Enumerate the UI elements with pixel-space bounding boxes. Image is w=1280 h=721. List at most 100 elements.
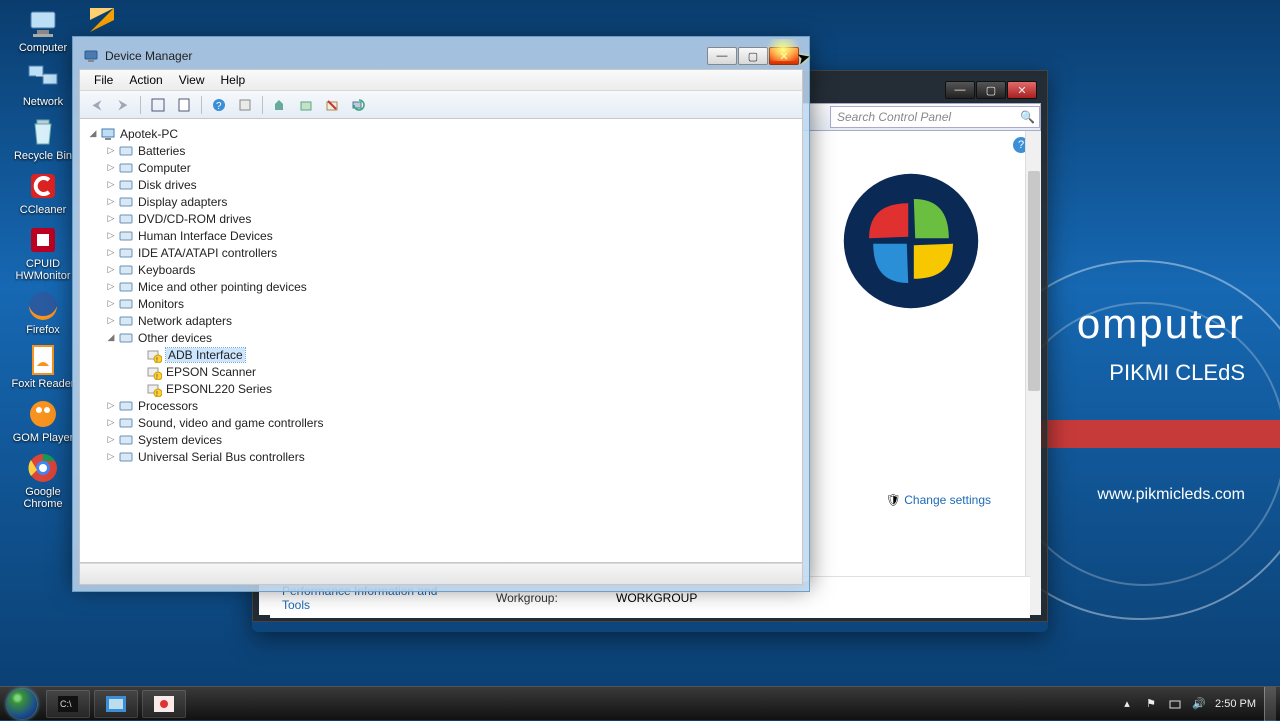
tree-node-label: Mice and other pointing devices xyxy=(138,280,307,294)
tree-node[interactable]: ▷ System devices xyxy=(104,431,796,448)
tree-node[interactable]: ▷Keyboards xyxy=(104,261,796,278)
device-icon: ! xyxy=(146,364,162,380)
search-input[interactable]: Search Control Panel 🔍 xyxy=(830,106,1040,128)
tree-node[interactable]: ▷Monitors xyxy=(104,295,796,312)
volume-icon[interactable]: 🔊 xyxy=(1191,696,1207,712)
desktop-icon[interactable]: Google Chrome xyxy=(8,448,78,512)
menu-action[interactable]: Action xyxy=(121,71,170,89)
taskbar-app-recorder[interactable] xyxy=(142,690,186,718)
tree-node[interactable]: ▷Processors xyxy=(104,397,796,414)
tree-node[interactable]: ▷Human Interface Devices xyxy=(104,227,796,244)
change-settings-link[interactable]: Change settings xyxy=(904,493,991,507)
network-icon[interactable] xyxy=(1167,696,1183,712)
tree-child[interactable]: !ADB Interface xyxy=(132,346,796,363)
expand-icon[interactable]: ▷ xyxy=(104,451,118,462)
properties-button[interactable] xyxy=(173,94,195,116)
category-icon xyxy=(118,177,134,193)
tree-node[interactable]: ▷IDE ATA/ATAPI controllers xyxy=(104,244,796,261)
expand-icon[interactable]: ◢ xyxy=(104,332,118,343)
help-button[interactable]: ? xyxy=(208,94,230,116)
expand-icon[interactable]: ▷ xyxy=(104,298,118,309)
tree-node[interactable]: ▷Disk drives xyxy=(104,176,796,193)
desktop-icon-winamp[interactable] xyxy=(86,4,118,36)
expand-icon[interactable]: ▷ xyxy=(104,247,118,258)
wallpaper-url: www.pikmicleds.com xyxy=(1077,486,1245,504)
expand-icon[interactable]: ▷ xyxy=(104,417,118,428)
tree-node[interactable]: ▷Universal Serial Bus controllers xyxy=(104,448,796,465)
expand-icon[interactable]: ▷ xyxy=(104,281,118,292)
taskbar-app-system[interactable] xyxy=(94,690,138,718)
svg-text:!: ! xyxy=(156,391,158,397)
flag-icon[interactable]: ⚑ xyxy=(1143,696,1159,712)
menubar[interactable]: FileActionViewHelp xyxy=(79,69,803,91)
desktop-icon[interactable]: Recycle Bin xyxy=(8,112,78,164)
maximize-button[interactable]: ▢ xyxy=(738,47,768,65)
menu-help[interactable]: Help xyxy=(213,71,254,89)
tree-node[interactable]: ▷Display adapters xyxy=(104,193,796,210)
category-icon xyxy=(118,415,134,431)
tree-node[interactable]: ▷ Mice and other pointing devices xyxy=(104,278,796,295)
device-icon: ! xyxy=(146,347,162,363)
update-driver-button[interactable] xyxy=(269,94,291,116)
expand-icon[interactable]: ▷ xyxy=(104,179,118,190)
uninstall-button[interactable] xyxy=(295,94,317,116)
desktop-icon-label: Foxit Reader xyxy=(12,378,75,390)
tree-node-label: System devices xyxy=(138,433,222,447)
collapse-icon[interactable]: ◢ xyxy=(86,128,100,139)
close-button[interactable]: ✕ xyxy=(1007,81,1037,99)
desktop-icon[interactable]: GOM Player xyxy=(8,394,78,446)
desktop-icon[interactable]: Computer xyxy=(8,4,78,56)
expand-icon[interactable]: ▷ xyxy=(104,145,118,156)
desktop-icon[interactable]: Firefox xyxy=(8,286,78,338)
expand-icon[interactable]: ▷ xyxy=(104,213,118,224)
start-button[interactable] xyxy=(0,687,44,721)
expand-icon[interactable]: ▷ xyxy=(104,434,118,445)
taskbar-app-cmd[interactable]: C:\ xyxy=(46,690,90,718)
tree-child[interactable]: !EPSONL220 Series xyxy=(132,380,796,397)
maximize-button[interactable]: ▢ xyxy=(976,81,1006,99)
show-desktop-button[interactable] xyxy=(1264,687,1276,721)
tree-node[interactable]: ▷Sound, video and game controllers xyxy=(104,414,796,431)
device-tree[interactable]: ◢Apotek-PC▷Batteries▷Computer▷Disk drive… xyxy=(79,119,803,563)
menu-view[interactable]: View xyxy=(171,71,213,89)
desktop-icon[interactable]: Foxit Reader xyxy=(8,340,78,392)
desktop-icons: ComputerNetworkRecycle BinCCleanerCPUID … xyxy=(8,4,78,512)
minimize-button[interactable]: — xyxy=(707,47,737,65)
tree-node[interactable]: ▷Batteries xyxy=(104,142,796,159)
expand-icon[interactable]: ▷ xyxy=(104,162,118,173)
menu-file[interactable]: File xyxy=(86,71,121,89)
category-icon xyxy=(118,160,134,176)
tree-node-label: DVD/CD-ROM drives xyxy=(138,212,251,226)
category-icon xyxy=(118,194,134,210)
scrollbar-thumb[interactable] xyxy=(1028,171,1040,391)
expand-icon[interactable]: ▷ xyxy=(104,400,118,411)
taskbar[interactable]: C:\ ▴ ⚑ 🔊 2:50 PM xyxy=(0,686,1280,720)
search-icon[interactable]: 🔍 xyxy=(1020,110,1035,124)
scan-hardware-button[interactable] xyxy=(347,94,369,116)
show-hidden-button[interactable] xyxy=(147,94,169,116)
tree-node[interactable]: ▷Network adapters xyxy=(104,312,796,329)
minimize-button[interactable]: — xyxy=(945,81,975,99)
device-manager-titlebar[interactable]: Device Manager — ▢ ✕ xyxy=(79,43,803,69)
tree-node[interactable]: ◢Other devices xyxy=(104,329,796,346)
tree-node[interactable]: ▷ DVD/CD-ROM drives xyxy=(104,210,796,227)
desktop-icon[interactable]: CPUID HWMonitor xyxy=(8,220,78,284)
expand-icon[interactable]: ▷ xyxy=(104,315,118,326)
system-tray[interactable]: ▴ ⚑ 🔊 2:50 PM xyxy=(1115,687,1280,721)
tray-clock[interactable]: 2:50 PM xyxy=(1215,698,1256,710)
desktop-icon[interactable]: CCleaner xyxy=(8,166,78,218)
tree-child[interactable]: !EPSON Scanner xyxy=(132,363,796,380)
expand-icon[interactable]: ▷ xyxy=(104,196,118,207)
disable-button[interactable] xyxy=(321,94,343,116)
tree-root[interactable]: ◢Apotek-PC xyxy=(86,125,796,142)
desktop-icon[interactable]: Network xyxy=(8,58,78,110)
expand-icon[interactable]: ▷ xyxy=(104,264,118,275)
tree-node[interactable]: ▷Computer xyxy=(104,159,796,176)
device-manager-window[interactable]: Device Manager — ▢ ✕ FileActionViewHelp … xyxy=(72,36,810,582)
svg-text:!: ! xyxy=(156,357,158,363)
action-button[interactable] xyxy=(234,94,256,116)
expand-icon[interactable]: ▷ xyxy=(104,230,118,241)
scrollbar[interactable] xyxy=(1025,131,1041,615)
category-icon xyxy=(118,211,134,227)
tray-overflow-icon[interactable]: ▴ xyxy=(1119,696,1135,712)
